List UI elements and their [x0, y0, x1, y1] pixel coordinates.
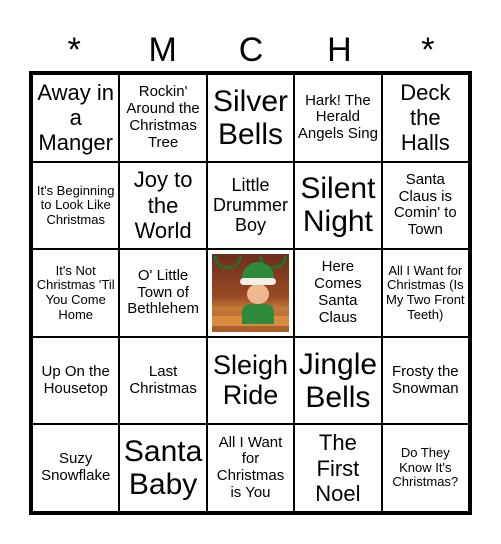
cell-label: Joy to the World — [133, 167, 193, 244]
cell-label: Santa Claus is Comin' to Town — [393, 170, 457, 239]
header-letter: C — [238, 31, 264, 69]
bingo-cell[interactable]: It's Not Christmas 'Til You Come Home — [32, 249, 120, 337]
free-space-cell[interactable] — [206, 249, 295, 337]
cell-label: Little Drummer Boy — [212, 175, 288, 236]
bingo-cell[interactable]: All I Want for Christmas is You — [206, 424, 295, 512]
bingo-cell[interactable]: Do They Know It's Christmas? — [381, 424, 469, 512]
bingo-cell[interactable]: Sleigh Ride — [206, 336, 295, 425]
cell-label: Suzy Snowflake — [41, 450, 111, 485]
bingo-cell[interactable]: Silver Bells — [206, 74, 295, 162]
cell-label: Rockin' Around the Christmas Tree — [126, 83, 200, 151]
bingo-cell[interactable]: Little Drummer Boy — [206, 161, 295, 250]
bingo-cell[interactable]: Joy to the World — [119, 161, 207, 250]
cell-label: Hark! The Herald Angels Sing — [297, 91, 378, 143]
bingo-cell[interactable]: All I Want for Christmas (Is My Two Fron… — [381, 249, 469, 337]
cell-label: Silent Night — [300, 172, 376, 239]
bingo-cell[interactable]: Deck the Halls — [381, 74, 469, 162]
header-letter: * — [67, 31, 81, 69]
header-letter: H — [327, 31, 352, 69]
cell-label: Do They Know It's Christmas? — [392, 445, 459, 490]
bingo-cell[interactable]: Suzy Snowflake — [32, 424, 120, 512]
bingo-cell[interactable]: Santa Baby — [119, 424, 207, 512]
cell-label: All I Want for Christmas is You — [216, 433, 285, 501]
cell-label: Silver Bells — [212, 84, 288, 151]
cell-label: It's Not Christmas 'Til You Come Home — [36, 262, 115, 322]
bingo-cell[interactable]: Silent Night — [294, 161, 382, 250]
cell-label: Jingle Bells — [298, 347, 378, 414]
bingo-cell[interactable]: It's Beginning to Look Like Christmas — [32, 161, 120, 250]
cell-label: Last Christmas — [129, 362, 197, 397]
header-letter: * — [421, 31, 435, 69]
cell-label: Here Comes Santa Claus — [314, 258, 362, 326]
bingo-cell[interactable]: Away in a Manger — [32, 74, 120, 162]
bingo-header: * M C H * — [30, 30, 472, 70]
bingo-cell[interactable]: Last Christmas — [119, 336, 207, 425]
cell-label: Frosty the Snowman — [391, 362, 459, 397]
cell-label: Away in a Manger — [37, 79, 115, 156]
bingo-cell[interactable]: Frosty the Snowman — [381, 336, 469, 425]
cell-label: The First Noel — [315, 430, 361, 506]
elf-image-icon — [211, 254, 290, 332]
cell-label: Santa Baby — [123, 435, 203, 502]
bingo-cell[interactable]: Rockin' Around the Christmas Tree — [119, 74, 207, 162]
cell-label: Up On the Housetop — [41, 362, 110, 397]
bingo-cell[interactable]: Here Comes Santa Claus — [294, 249, 382, 337]
header-letter: M — [148, 31, 177, 69]
bingo-cell[interactable]: O' Little Town of Bethlehem — [119, 249, 207, 337]
bingo-cell[interactable]: Santa Claus is Comin' to Town — [381, 161, 469, 250]
bingo-cell[interactable]: Up On the Housetop — [32, 336, 120, 425]
cell-label: Deck the Halls — [400, 79, 451, 156]
bingo-cell[interactable]: Jingle Bells — [294, 336, 382, 425]
bingo-cell[interactable]: The First Noel — [294, 424, 382, 512]
bingo-card: Away in a Manger Rockin' Around the Chris… — [29, 71, 472, 515]
cell-label: All I Want for Christmas (Is My Two Fron… — [386, 262, 465, 322]
cell-label: Sleigh Ride — [212, 349, 289, 410]
cell-label: O' Little Town of Bethlehem — [127, 266, 199, 318]
bingo-cell[interactable]: Hark! The Herald Angels Sing — [294, 74, 382, 162]
cell-label: It's Beginning to Look Like Christmas — [36, 182, 115, 227]
